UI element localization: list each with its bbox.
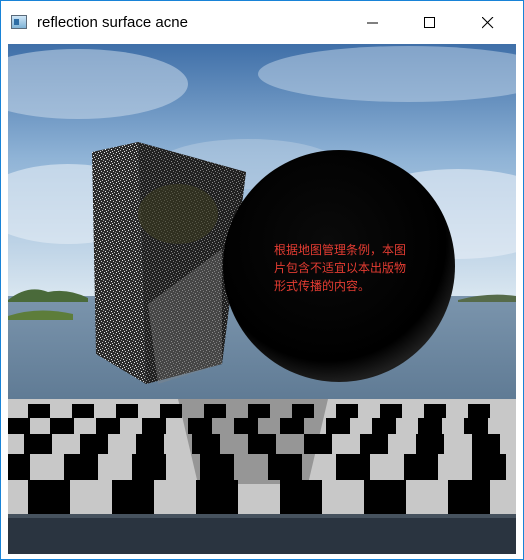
title-bar[interactable]: reflection surface acne	[1, 1, 523, 44]
close-icon	[482, 16, 494, 28]
minimize-button[interactable]	[350, 1, 396, 44]
maximize-button[interactable]	[407, 1, 453, 44]
minimize-icon	[367, 22, 378, 23]
checker-floor	[8, 399, 516, 514]
window-app-icon	[11, 15, 27, 29]
acne-box	[92, 142, 246, 384]
scene-canvas	[8, 44, 516, 554]
render-viewport[interactable]: 根据地图管理条例，本图片包含不适宜以本出版物形式传播的内容。	[8, 44, 516, 554]
window-title: reflection surface acne	[37, 14, 188, 31]
close-button[interactable]	[465, 1, 511, 44]
app-window: reflection surface acne 根据地图管理条例，本图片包含不适…	[0, 0, 524, 560]
notice-text: 根据地图管理条例，本图片包含不适宜以本出版物形式传播的内容。	[274, 243, 407, 293]
maximize-icon	[424, 16, 435, 28]
